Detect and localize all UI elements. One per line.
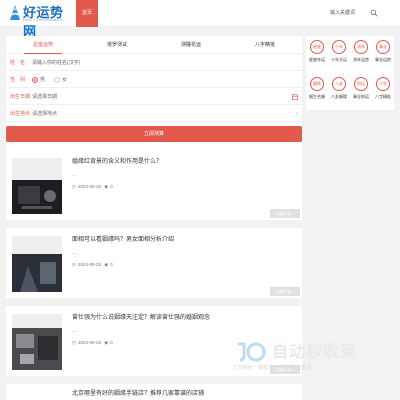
- form-tabs: 星座运势 塔罗测试 测睡花运 八字精批: [6, 36, 302, 54]
- article-meta: ◷ 2024-09-25 ◉ 0: [72, 262, 115, 268]
- birth-date-input[interactable]: 请选择日期: [32, 89, 57, 105]
- birth-row: 出生日期 请选择日期: [6, 89, 302, 105]
- tool-item[interactable]: 流年 流年运势: [350, 36, 372, 73]
- article-card[interactable]: 北京哪里有好的姻缘手链店？推荐几家靠谱的店铺: [6, 384, 302, 400]
- tab-xingzuo[interactable]: 星座运势: [6, 36, 80, 54]
- clock-icon: ◷: [72, 340, 76, 345]
- eye-icon: ◉: [104, 262, 109, 267]
- watermark: 自动秒收录 上传链接 一键提交 一次收录 上首页: [232, 338, 392, 378]
- liunian-icon: 流年: [354, 40, 368, 54]
- bazi-icon: 八字: [376, 77, 390, 91]
- tool-item[interactable]: 事业 事业运势: [372, 36, 394, 73]
- tab-bazi[interactable]: 八字精批: [228, 36, 302, 54]
- tab-cehua[interactable]: 测睡花运: [154, 36, 228, 54]
- article-thumbnail[interactable]: [12, 158, 62, 214]
- submit-button[interactable]: 立即测算: [6, 126, 302, 142]
- tool-item[interactable]: 八卦 八卦姻缘: [328, 73, 350, 110]
- eye-icon: ◉: [104, 340, 109, 345]
- name-row: 姓 名 请输入你的姓名(汉字): [6, 55, 302, 71]
- tool-item[interactable]: 十年 十年大运: [328, 36, 350, 73]
- place-row: 出生地点 请选择地点 ›: [6, 106, 302, 122]
- article-views: 0: [110, 184, 113, 189]
- nav-home[interactable]: 首页: [76, 0, 98, 27]
- yinyuan-icon: 姻缘: [310, 77, 324, 91]
- tool-label: 事业运势: [375, 57, 391, 62]
- article-date: 2024-09-25: [77, 262, 101, 267]
- logo-mark-icon: [10, 5, 20, 20]
- article-thumbnail[interactable]: [12, 236, 62, 292]
- article-excerpt: ...: [72, 250, 77, 256]
- article-date: 2024-09-25: [77, 184, 101, 189]
- watermark-logo-icon: [238, 342, 266, 362]
- eye-icon: ◉: [104, 184, 109, 189]
- gender-male-label: 男: [40, 77, 46, 83]
- site-logo[interactable]: 好运势网 HAOYUNSHIWANG: [8, 2, 74, 40]
- gender-female-label: 女: [62, 77, 68, 83]
- article-excerpt: ...: [72, 328, 77, 334]
- article-title[interactable]: 曾仕强为什么说姻缘天注定？解读曾仕强的婚姻观念: [72, 312, 210, 321]
- read-more-button[interactable]: 详细阅读 >: [270, 287, 300, 296]
- article-thumbnail[interactable]: [12, 314, 62, 370]
- place-label: 出生地点: [10, 111, 31, 117]
- gender-row: 性 别 男 女: [6, 72, 302, 88]
- article-views: 0: [110, 262, 113, 267]
- fortune-form-panel: 星座运势 塔罗测试 测睡花运 八字精批 姓 名 请输入你的姓名(汉字) 性 别 …: [6, 36, 302, 150]
- tools-grid: 星座 星座年运 十年 十年大运 流年 流年运势 事业 事业运势 姻缘 姻生合婚 …: [306, 36, 394, 110]
- tool-label: 十年大运: [331, 57, 347, 62]
- article-card[interactable]: 面相可以看姻缘吗？男女面相分析介绍 ... ◷ 2024-09-25 ◉ 0 详细阅…: [6, 228, 302, 298]
- tab-taluo[interactable]: 塔罗测试: [80, 36, 154, 54]
- article-meta: ◷ 2024-09-25 ◉ 0: [72, 340, 115, 346]
- tool-label: 星座年运: [309, 57, 325, 62]
- article-date: 2024-09-25: [77, 340, 101, 345]
- clock-icon: ◷: [72, 262, 76, 267]
- bagua-icon: 八卦: [332, 77, 346, 91]
- caiyun-icon: 财运: [354, 77, 368, 91]
- logo-subtitle: HAOYUNSHIWANG: [23, 17, 63, 22]
- top-bar: 好运势网 HAOYUNSHIWANG 首页 输入关键词: [0, 0, 400, 40]
- read-more-button[interactable]: 详细阅读 >: [270, 209, 300, 218]
- tool-label: 八字精批: [375, 94, 391, 99]
- calendar-icon[interactable]: [292, 94, 298, 100]
- gender-label: 性 别: [10, 77, 26, 83]
- article-title[interactable]: 面相可以看姻缘吗？男女面相分析介绍: [72, 234, 174, 243]
- xingzuo-icon: 星座: [310, 40, 324, 54]
- article-excerpt: ...: [72, 172, 77, 178]
- gender-female-radio[interactable]: [54, 77, 60, 83]
- tool-label: 姻生合婚: [309, 94, 325, 99]
- watermark-tagline: 上传链接 一键提交 一次收录 上首页: [232, 365, 312, 371]
- gender-male-radio[interactable]: [32, 77, 38, 83]
- tool-label: 八卦姻缘: [331, 94, 347, 99]
- shiye-icon: 事业: [376, 40, 390, 54]
- article-views: 0: [110, 340, 113, 345]
- shinian-icon: 十年: [332, 40, 346, 54]
- article-title[interactable]: 婚缘红背景的含义和作用是什么？: [72, 156, 162, 165]
- search-icon[interactable]: [370, 9, 378, 17]
- tool-item[interactable]: 星座 星座年运: [306, 36, 328, 73]
- birth-label: 出生日期: [10, 94, 31, 100]
- name-label: 姓 名: [10, 60, 26, 66]
- name-input[interactable]: 请输入你的姓名(汉字): [32, 55, 298, 71]
- article-title[interactable]: 北京哪里有好的姻缘手链店？推荐几家靠谱的店铺: [72, 388, 204, 397]
- tool-item[interactable]: 财运 事业财运: [350, 73, 372, 110]
- clock-icon: ◷: [72, 184, 76, 189]
- article-card[interactable]: 婚缘红背景的含义和作用是什么？ ... ◷ 2024-09-25 ◉ 0 详细阅读 …: [6, 150, 302, 220]
- tool-label: 流年运势: [353, 57, 369, 62]
- watermark-brand: 自动秒收录: [272, 344, 358, 361]
- chevron-right-icon[interactable]: ›: [296, 106, 298, 122]
- tool-item[interactable]: 八字 八字精批: [372, 73, 394, 110]
- tool-label: 事业财运: [353, 94, 369, 99]
- article-meta: ◷ 2024-09-25 ◉ 0: [72, 184, 115, 190]
- tool-item[interactable]: 姻缘 姻生合婚: [306, 73, 328, 110]
- place-input[interactable]: 请选择地点: [32, 106, 57, 122]
